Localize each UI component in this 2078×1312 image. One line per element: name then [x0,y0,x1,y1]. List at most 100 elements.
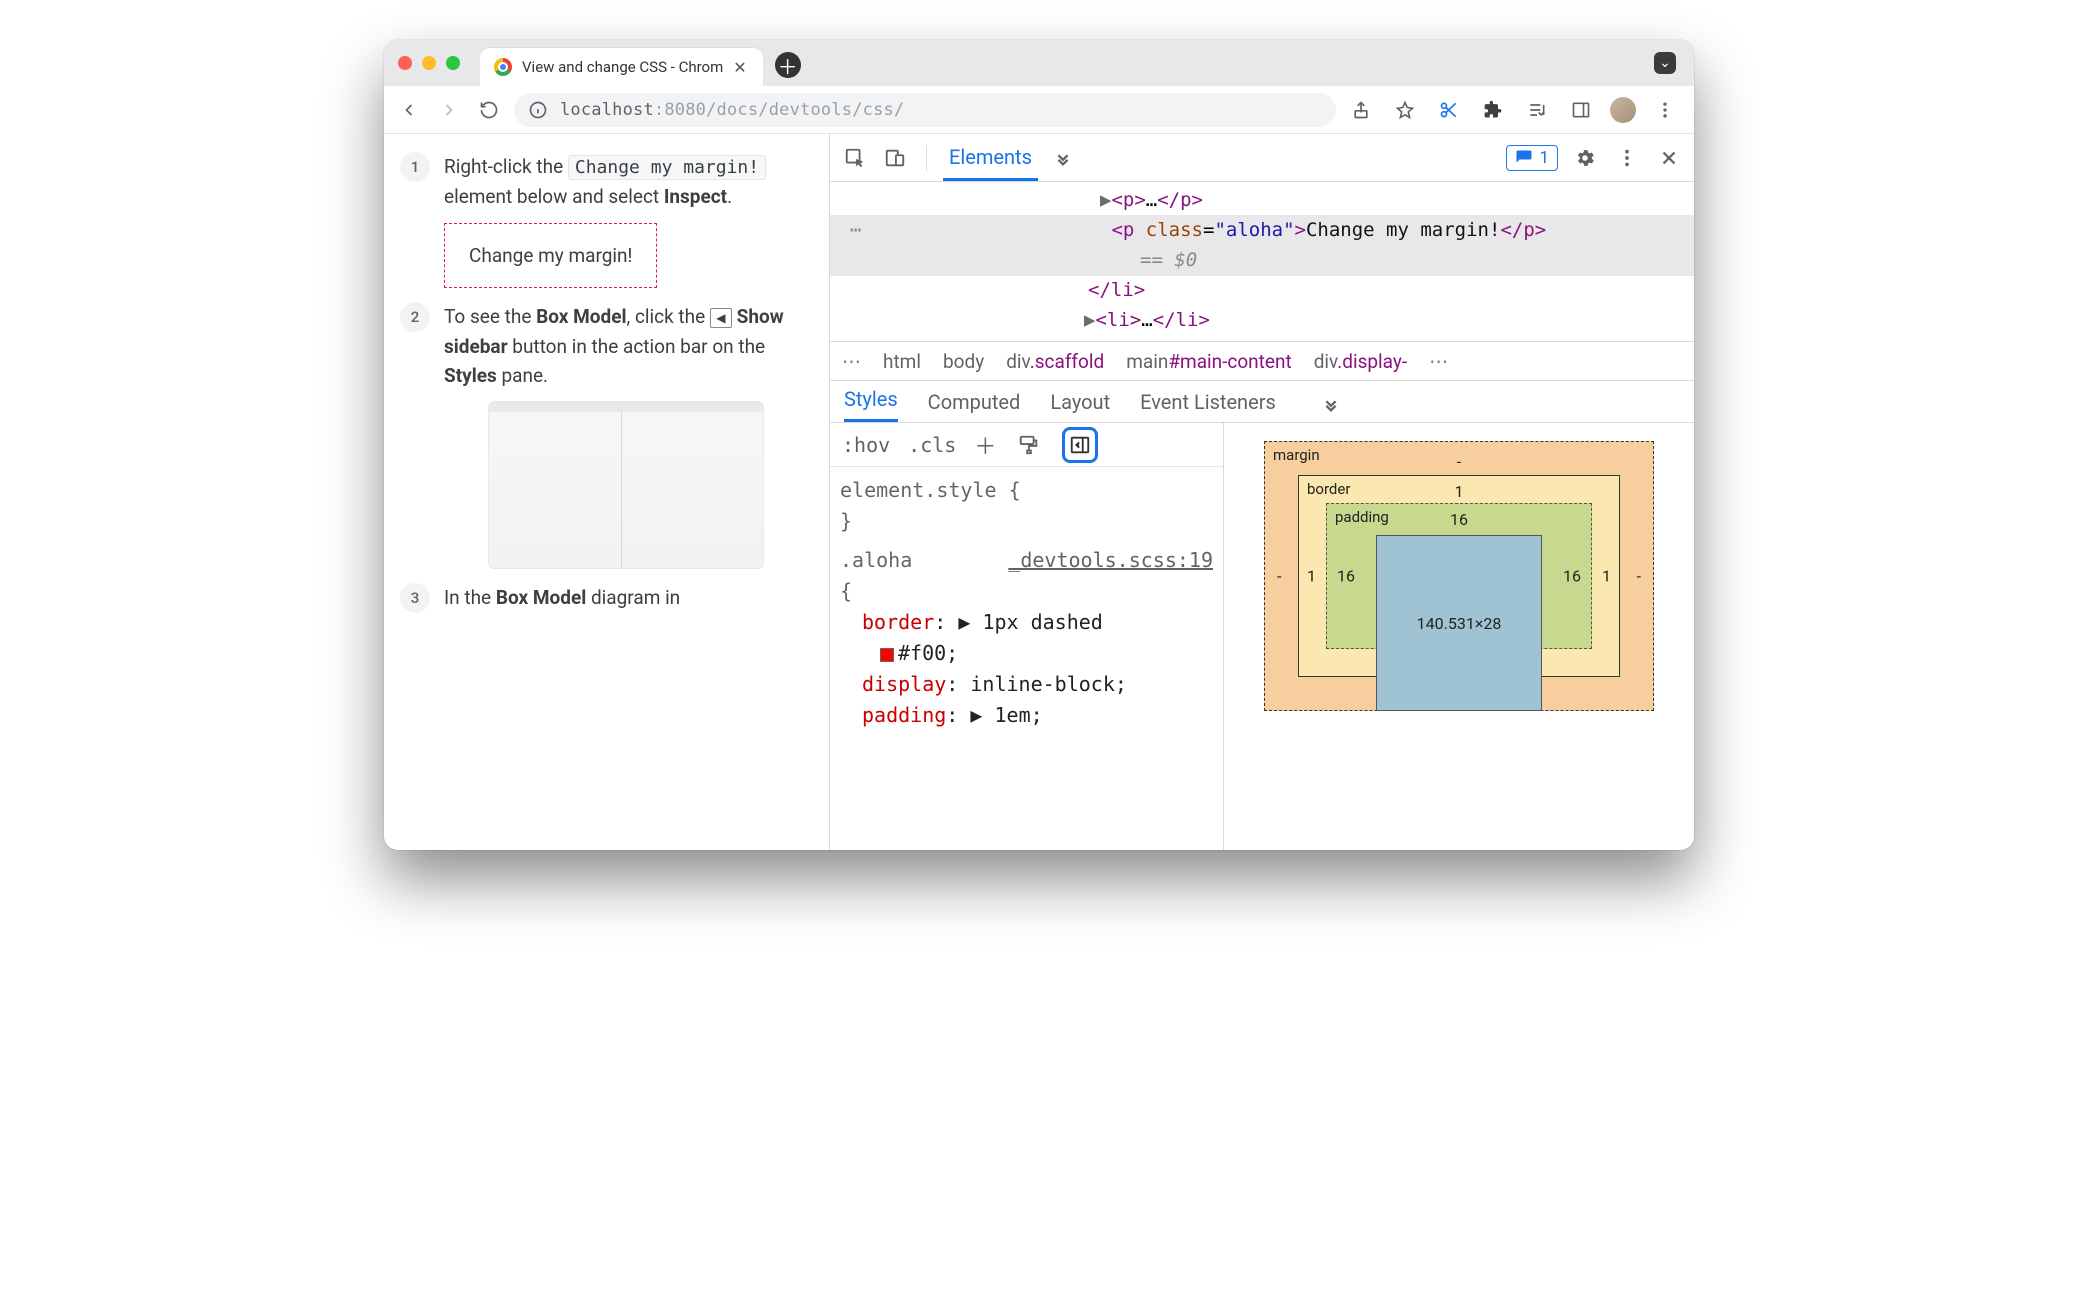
t: pane. [497,364,548,387]
styles-subtabs: Styles Computed Layout Event Listeners [830,381,1694,423]
profile-avatar[interactable] [1610,97,1636,123]
tab-elements[interactable]: Elements [943,135,1038,181]
crumb-overflow-left[interactable]: ⋯ [842,350,861,373]
step-3: 3 In the Box Model diagram in [400,583,813,613]
step-number: 3 [400,583,430,613]
bm-border-right[interactable]: 1 [1602,567,1611,586]
forward-button[interactable] [434,95,464,125]
bm-margin-left[interactable]: - [1277,567,1281,586]
bm-border-left[interactable]: 1 [1307,567,1316,586]
step-2: 2 To see the Box Model, click the ◀ Show… [400,302,813,568]
reload-button[interactable] [474,95,504,125]
element-style-open[interactable]: element.style { [840,475,1213,506]
bm-margin-label: margin [1273,446,1320,464]
bold: Inspect [664,185,727,208]
bm-margin-top[interactable]: - [1457,452,1461,471]
share-icon[interactable] [1346,95,1376,125]
subtab-layout[interactable]: Layout [1050,390,1110,422]
close-tab-icon[interactable]: ✕ [733,58,746,77]
show-sidebar-button-highlighted[interactable] [1062,427,1098,463]
cls-toggle[interactable]: .cls [908,433,956,457]
hov-toggle[interactable]: :hov [842,433,890,457]
dom-row[interactable]: ▶<p>…</p> [840,186,1684,215]
rule-source-link[interactable]: _devtools.scss:19 [1008,545,1213,576]
change-my-margin-target[interactable]: Change my margin! [444,223,657,288]
bm-padding-top[interactable]: 16 [1450,510,1468,529]
declaration-padding[interactable]: padding: ▶ 1em; [840,700,1213,731]
t: In the [444,586,496,609]
more-subtabs-icon[interactable] [1316,392,1346,422]
fullscreen-window-dot[interactable] [446,56,460,70]
paint-format-icon[interactable] [1014,430,1044,460]
dom-tree[interactable]: ▶<p>…</p> ⋯<p class="aloha">Change my ma… [830,182,1694,341]
crumb-overflow-right[interactable]: ⋯ [1429,350,1448,373]
t: Right-click the [444,155,568,178]
rule-header[interactable]: .aloha _devtools.scss:19 [840,545,1213,576]
dom-row[interactable]: ▶<li>…</li> [840,306,1684,335]
bm-padding-label: padding [1335,508,1389,526]
step-1: 1 Right-click the Change my margin! elem… [400,152,813,288]
back-button[interactable] [394,95,424,125]
issues-chip[interactable]: 1 [1506,145,1558,171]
tab-list-chevron-icon[interactable]: ⌄ [1654,52,1676,74]
window-traffic-lights[interactable] [398,56,460,70]
t: . [727,185,732,208]
declaration-display[interactable]: display: inline-block; [840,669,1213,700]
crumb[interactable]: div.display- [1314,350,1407,373]
devtools-panel: Elements 1 ▶<p>…</p> ⋯<p class="aloha">C… [830,134,1694,850]
more-tabs-icon[interactable] [1048,143,1078,173]
chrome-icon [494,58,512,76]
color-swatch-icon[interactable] [880,648,894,662]
minimize-window-dot[interactable] [422,56,436,70]
chrome-menu-icon[interactable] [1650,95,1680,125]
t: , click the [627,305,710,328]
devtools-close-icon[interactable] [1654,143,1684,173]
crumb[interactable]: html [883,350,921,373]
declaration-border[interactable]: border: ▶ 1px dashed [840,607,1213,638]
subtab-computed[interactable]: Computed [928,390,1021,422]
new-style-rule-icon[interactable]: ＋ [974,429,996,461]
dom-row-selected[interactable]: ⋯<p class="aloha">Change my margin!</p> … [830,215,1694,276]
device-toggle-icon[interactable] [880,143,910,173]
step3-text: In the Box Model diagram in [444,583,680,612]
close-window-dot[interactable] [398,56,412,70]
bm-margin-right[interactable]: - [1637,567,1641,586]
bm-content-size: 140.531×28 [1417,614,1502,633]
styles-pane: :hov .cls ＋ element.style { } .aloha _de… [830,423,1224,850]
box-model-diagram[interactable]: margin - - - - border 1 1 1 1 [1264,441,1654,711]
dom-breadcrumbs[interactable]: ⋯ html body div.scaffold main#main-conte… [830,341,1694,381]
dom-row[interactable]: </li> [840,276,1684,305]
url-text: localhost:8080/docs/devtools/css/ [560,100,904,120]
address-bar[interactable]: localhost:8080/docs/devtools/css/ [514,93,1336,127]
crumb[interactable]: div.scaffold [1006,350,1104,373]
screenshot-thumbnail[interactable] [488,401,764,569]
rule-selector[interactable]: .aloha [840,545,912,576]
bm-border-top[interactable]: 1 [1455,482,1464,501]
url-path: /docs/devtools/css/ [706,100,904,120]
crumb[interactable]: body [943,350,984,373]
crumb[interactable]: main#main-content [1126,350,1291,373]
settings-gear-icon[interactable] [1570,143,1600,173]
inspect-element-icon[interactable] [840,143,870,173]
t: button in the action bar on the [508,335,766,358]
reading-list-icon[interactable] [1522,95,1552,125]
browser-tab[interactable]: View and change CSS - Chrom ✕ [480,48,763,86]
bm-padding-right[interactable]: 16 [1563,567,1581,586]
styles-rules[interactable]: element.style { } .aloha _devtools.scss:… [830,467,1223,739]
bm-content[interactable]: 140.531×28 [1376,535,1542,711]
site-info-icon[interactable] [528,100,548,120]
browser-window: View and change CSS - Chrom ✕ ＋ ⌄ localh… [384,40,1694,850]
code-snippet: Change my margin! [568,155,766,180]
extensions-icon[interactable] [1478,95,1508,125]
new-tab-button[interactable]: ＋ [775,52,801,78]
side-panel-icon[interactable] [1566,95,1596,125]
scissors-extension-icon[interactable] [1434,95,1464,125]
subtab-event-listeners[interactable]: Event Listeners [1140,390,1276,422]
styles-toolbar: :hov .cls ＋ [830,423,1223,467]
step-number: 2 [400,302,430,332]
subtab-styles[interactable]: Styles [844,387,898,422]
bm-padding-left[interactable]: 16 [1337,567,1355,586]
bookmark-star-icon[interactable] [1390,95,1420,125]
devtools-menu-icon[interactable] [1612,143,1642,173]
declaration-border-color[interactable]: #f00; [840,638,1213,669]
